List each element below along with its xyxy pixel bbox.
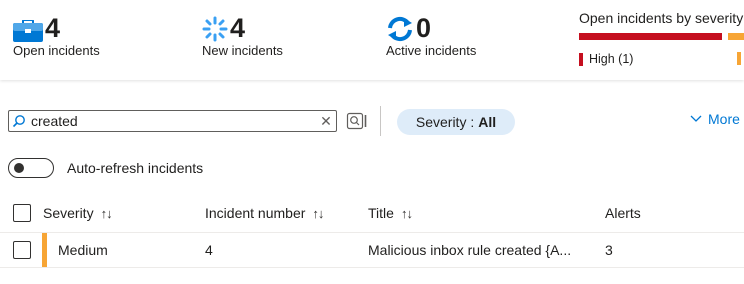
column-header-severity[interactable]: Severity ↑↓ <box>43 205 113 221</box>
cell-title[interactable]: Malicious inbox rule created {A... <box>368 242 571 258</box>
search-input[interactable] <box>29 112 316 130</box>
medium-swatch <box>737 52 741 65</box>
severity-indicator-medium <box>42 233 47 267</box>
column-header-incident-number-label: Incident number <box>205 205 306 221</box>
severity-panel: Open incidents by severity High (1) <box>579 10 744 66</box>
severity-bar-high[interactable] <box>579 33 722 40</box>
auto-refresh-label: Auto-refresh incidents <box>67 160 204 176</box>
open-incidents-count: 4 <box>45 13 61 43</box>
cell-severity: Medium <box>58 242 108 258</box>
severity-filter-value: All <box>478 114 497 130</box>
cell-alerts: 3 <box>605 242 613 258</box>
high-swatch <box>579 52 583 66</box>
checkbox-box <box>13 204 31 222</box>
more-filters-label: More <box>708 111 740 127</box>
column-header-alerts-label: Alerts <box>605 205 641 221</box>
briefcase-icon <box>13 20 43 42</box>
more-filters-button[interactable]: More <box>690 111 740 127</box>
sort-icon: ↑↓ <box>100 205 113 221</box>
sort-icon: ↑↓ <box>312 205 324 221</box>
new-incidents-label: New incidents <box>202 43 283 58</box>
query-icon[interactable] <box>346 110 368 132</box>
clear-search-icon[interactable]: ✕ <box>316 111 336 131</box>
severity-filter-label: Severity : <box>415 114 475 130</box>
row-checkbox[interactable] <box>13 241 31 259</box>
open-incidents-metric: 4 Open incidents <box>13 14 100 58</box>
auto-refresh-toggle[interactable] <box>8 158 54 178</box>
refresh-icon <box>388 16 412 42</box>
chevron-down-icon <box>690 115 702 122</box>
active-incidents-metric: 0 Active incidents <box>386 14 476 58</box>
search-box[interactable]: ✕ <box>8 110 337 132</box>
severity-panel-title: Open incidents by severity <box>579 10 744 26</box>
loading-spinner-icon <box>202 16 228 42</box>
summary-bar: 4 Open incidents 4 New incidents 0 Activ… <box>0 0 744 80</box>
open-incidents-label: Open incidents <box>13 43 100 58</box>
active-incidents-label: Active incidents <box>386 43 477 58</box>
select-all-checkbox[interactable] <box>13 204 31 222</box>
severity-legend-high: High (1) <box>579 52 633 66</box>
row-divider <box>0 267 744 268</box>
header-divider <box>0 232 744 233</box>
cell-incident-number: 4 <box>205 242 213 258</box>
checkbox-box <box>13 241 31 259</box>
column-header-alerts[interactable]: Alerts <box>605 205 641 221</box>
search-icon <box>9 110 29 132</box>
column-header-incident-number[interactable]: Incident number ↑↓ <box>205 205 324 221</box>
column-header-severity-label: Severity <box>43 205 94 221</box>
new-incidents-count: 4 <box>230 13 246 43</box>
severity-filter-pill[interactable]: Severity : All <box>397 109 515 135</box>
column-header-title-label: Title <box>368 205 394 221</box>
severity-legend-high-label: High (1) <box>589 52 634 66</box>
toolbar-divider <box>380 106 381 136</box>
sort-icon: ↑↓ <box>400 205 413 221</box>
active-incidents-count: 0 <box>416 13 432 43</box>
column-header-title[interactable]: Title ↑↓ <box>368 205 413 221</box>
severity-bar-medium[interactable] <box>728 33 744 40</box>
toggle-knob <box>14 163 24 173</box>
new-incidents-metric: 4 New incidents <box>202 14 283 58</box>
